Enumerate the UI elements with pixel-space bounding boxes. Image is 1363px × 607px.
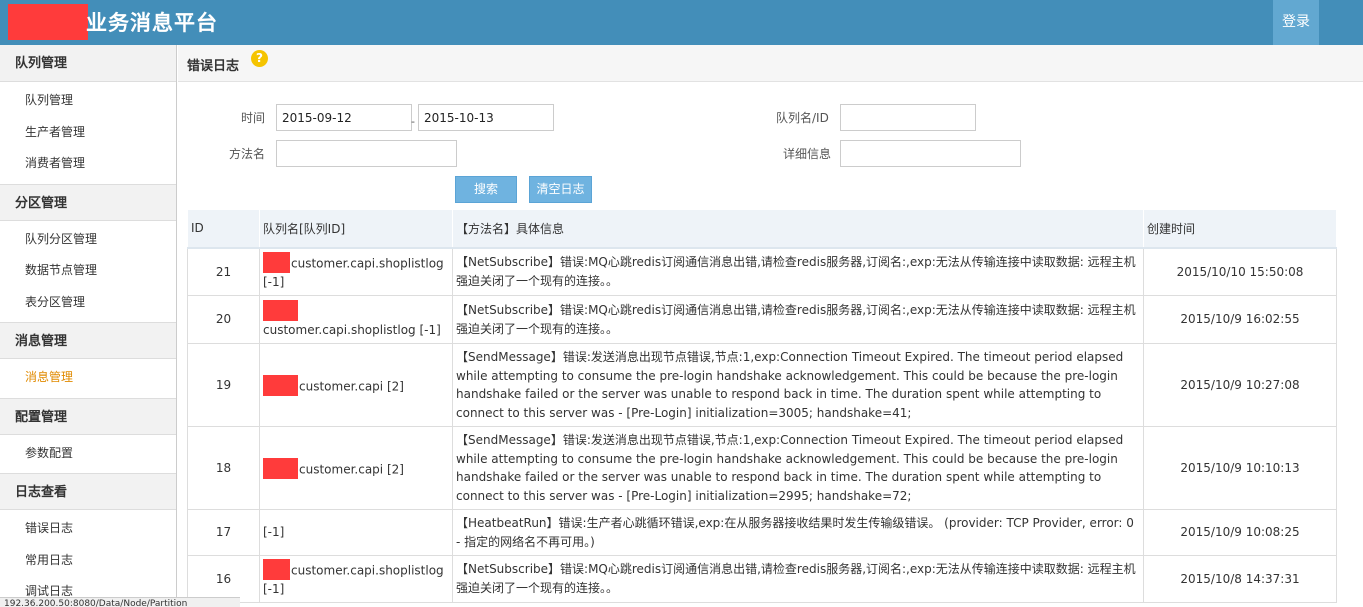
row-queue-text: customer.capi [2] [299, 379, 404, 393]
detail-input[interactable] [840, 140, 1021, 167]
redacted-logo [8, 4, 88, 40]
app-title: 业务消息平台 [86, 11, 218, 35]
row-id: 21 [187, 247, 260, 296]
nav-group-message[interactable]: 消息管理 [0, 322, 176, 359]
row-info: 【NetSubscribe】错误:MQ心跳redis订阅通信消息出错,请检查re… [452, 555, 1144, 603]
row-queue: customer.capi.shoplistlog [-1] [259, 295, 453, 344]
row-info: 【NetSubscribe】错误:MQ心跳redis订阅通信消息出错,请检查re… [452, 295, 1144, 344]
top-navbar: 业务消息平台 登录 [0, 0, 1363, 45]
log-table: ID 队列名[队列ID] 【方法名】具体信息 创建时间 21 customer.… [187, 209, 1337, 603]
column-header-id[interactable]: ID [187, 209, 260, 249]
date-to-input[interactable] [418, 104, 554, 131]
login-button[interactable]: 登录 [1273, 0, 1319, 45]
sidebar-item-producer-manage[interactable]: 生产者管理 [0, 117, 176, 149]
page-title: 错误日志 [187, 59, 240, 74]
nav-group-logs[interactable]: 日志查看 [0, 473, 176, 510]
sidebar: 队列管理 队列管理 生产者管理 消费者管理 分区管理 队列分区管理 数据节点管理… [0, 45, 177, 607]
date-from-input[interactable] [276, 104, 412, 131]
row-queue: customer.capi [2] [259, 343, 453, 427]
row-queue: [-1] [259, 509, 453, 556]
browser-status-bar: 192.36.200.50:8080/Data/Node/Partition [0, 597, 240, 607]
row-queue: customer.capi.shoplistlog [-1] [259, 555, 453, 603]
row-time: 2015/10/9 10:27:08 [1143, 343, 1337, 427]
table-row[interactable]: 18 customer.capi [2] 【SendMessage】错误:发送消… [187, 426, 1337, 510]
table-row[interactable]: 16 customer.capi.shoplistlog [-1] 【NetSu… [187, 555, 1337, 603]
row-time: 2015/10/10 15:50:08 [1143, 247, 1337, 296]
date-separator: - [411, 115, 415, 128]
sidebar-item-data-node[interactable]: 数据节点管理 [0, 255, 176, 287]
row-info: 【HeatbeatRun】错误:生产者心跳循环错误,exp:在从服务器接收结果时… [452, 509, 1144, 556]
queue-label: 队列名/ID [776, 111, 829, 125]
row-queue: customer.capi [2] [259, 426, 453, 510]
row-info: 【SendMessage】错误:发送消息出现节点错误,节点:1,exp:Conn… [452, 343, 1144, 427]
row-info: 【SendMessage】错误:发送消息出现节点错误,节点:1,exp:Conn… [452, 426, 1144, 510]
sidebar-item-param-config[interactable]: 参数配置 [0, 438, 176, 470]
row-time: 2015/10/9 10:10:13 [1143, 426, 1337, 510]
row-time: 2015/10/8 14:37:31 [1143, 555, 1337, 603]
row-id: 18 [187, 426, 260, 510]
nav-group-partition[interactable]: 分区管理 [0, 183, 176, 221]
sidebar-item-queue-manage[interactable]: 队列管理 [0, 85, 176, 117]
row-queue-text: customer.capi.shoplistlog [-1] [263, 256, 444, 290]
row-id: 16 [187, 555, 260, 603]
sidebar-item-error-log[interactable]: 错误日志 [0, 513, 176, 545]
sidebar-item-common-log[interactable]: 常用日志 [0, 545, 176, 577]
time-label: 时间 [241, 111, 266, 125]
column-header-queue[interactable]: 队列名[队列ID] [259, 209, 453, 249]
row-id: 20 [187, 295, 260, 344]
row-id: 19 [187, 343, 260, 427]
redacted-block [263, 457, 298, 479]
detail-label: 详细信息 [783, 147, 832, 161]
method-label: 方法名 [229, 147, 266, 161]
clear-log-button[interactable]: 清空日志 [529, 176, 592, 203]
table-row[interactable]: 20 customer.capi.shoplistlog [-1] 【NetSu… [187, 295, 1337, 344]
sidebar-item-table-partition[interactable]: 表分区管理 [0, 287, 176, 319]
method-input[interactable] [276, 140, 457, 167]
breadcrumb: 错误日志 ? [178, 45, 1363, 82]
table-row[interactable]: 19 customer.capi [2] 【SendMessage】错误:发送消… [187, 343, 1337, 427]
row-queue-text: customer.capi.shoplistlog [-1] [263, 322, 441, 337]
sidebar-item-consumer-manage[interactable]: 消费者管理 [0, 148, 176, 180]
row-id: 17 [187, 509, 260, 556]
redacted-block [263, 559, 290, 580]
row-queue-text: customer.capi [2] [299, 462, 404, 476]
row-queue-text: customer.capi.shoplistlog [-1] [263, 563, 444, 597]
table-row[interactable]: 21 customer.capi.shoplistlog [-1] 【NetSu… [187, 247, 1337, 296]
main-content: 错误日志 ? 时间 - 队列名/ID 方法名 详细信息 搜索 清空日志 ID 队… [178, 45, 1363, 607]
sidebar-item-message-manage[interactable]: 消息管理 [0, 362, 176, 394]
table-header-row: ID 队列名[队列ID] 【方法名】具体信息 创建时间 [187, 209, 1337, 249]
queue-input[interactable] [840, 104, 976, 131]
table-row[interactable]: 17 [-1] 【HeatbeatRun】错误:生产者心跳循环错误,exp:在从… [187, 509, 1337, 556]
sidebar-item-queue-partition[interactable]: 队列分区管理 [0, 224, 176, 256]
row-info: 【NetSubscribe】错误:MQ心跳redis订阅通信消息出错,请检查re… [452, 247, 1144, 296]
redacted-block [263, 252, 290, 273]
help-icon[interactable]: ? [251, 50, 268, 67]
row-time: 2015/10/9 16:02:55 [1143, 295, 1337, 344]
redacted-block [263, 299, 298, 321]
column-header-time[interactable]: 创建时间 [1143, 209, 1337, 249]
column-header-info[interactable]: 【方法名】具体信息 [452, 209, 1144, 249]
search-button[interactable]: 搜索 [455, 176, 517, 203]
nav-group-queue[interactable]: 队列管理 [0, 45, 176, 82]
row-queue: customer.capi.shoplistlog [-1] [259, 247, 453, 296]
row-time: 2015/10/9 10:08:25 [1143, 509, 1337, 556]
nav-group-config[interactable]: 配置管理 [0, 397, 176, 435]
redacted-block [263, 374, 298, 396]
